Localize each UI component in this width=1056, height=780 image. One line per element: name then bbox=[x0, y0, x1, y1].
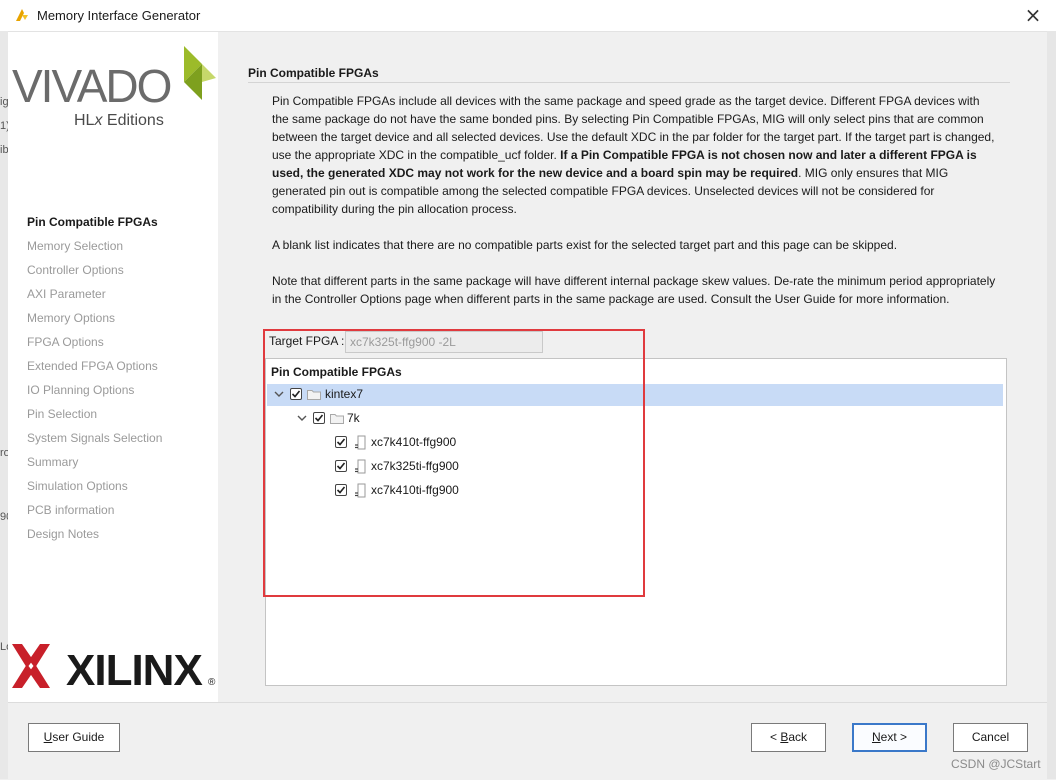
title-bar: Memory Interface Generator × bbox=[0, 0, 1056, 32]
tree-row-7k[interactable]: 7k bbox=[267, 408, 1003, 430]
checkmark-icon bbox=[336, 438, 346, 446]
target-fpga-field bbox=[345, 331, 543, 353]
wizard-step-item[interactable]: Design Notes bbox=[27, 525, 162, 549]
xilinx-wordmark: XILINX bbox=[66, 646, 202, 694]
tree-row-part[interactable]: xc7k410t-ffg900 bbox=[267, 432, 1003, 454]
wizard-step-item[interactable]: Summary bbox=[27, 453, 162, 477]
background-window-edge-right bbox=[1047, 31, 1056, 779]
vivado-sub-suffix: Editions bbox=[102, 112, 163, 129]
chevron-down-icon[interactable] bbox=[273, 388, 285, 400]
fpga-chip-icon bbox=[355, 459, 366, 474]
back-label: ack bbox=[788, 730, 808, 744]
wizard-step-item[interactable]: FPGA Options bbox=[27, 333, 162, 357]
wizard-step-item[interactable]: Memory Options bbox=[27, 309, 162, 333]
folder-icon bbox=[307, 390, 321, 400]
wizard-step-item[interactable]: PCB information bbox=[27, 501, 162, 525]
checkmark-icon bbox=[314, 414, 324, 422]
wizard-step-item[interactable]: Extended FPGA Options bbox=[27, 357, 162, 381]
tree-label-kintex7: kintex7 bbox=[325, 387, 364, 401]
tree-label-7k: 7k bbox=[347, 411, 360, 425]
vivado-wordmark: VIVADO bbox=[12, 60, 171, 112]
background-sliver: Lo bbox=[0, 641, 8, 653]
wizard-footer: User Guide < Back Next > Cancel bbox=[8, 702, 1047, 780]
wizard-step-list: Pin Compatible FPGAs Memory Selection Cont… bbox=[27, 213, 162, 549]
wizard-step-item[interactable]: AXI Parameter bbox=[27, 285, 162, 309]
skew-note: Note that different parts in the same pa… bbox=[272, 274, 996, 306]
back-prefix: < bbox=[769, 730, 781, 744]
tree-label-part: xc7k410t-ffg900 bbox=[371, 435, 457, 449]
back-button[interactable]: < Back bbox=[751, 723, 826, 752]
wizard-step-item[interactable]: Pin Selection bbox=[27, 405, 162, 429]
background-sliver: ib bbox=[0, 144, 8, 156]
user-guide-label: ser Guide bbox=[52, 730, 105, 744]
wizard-step-item[interactable]: System Signals Selection bbox=[27, 429, 162, 453]
window-title: Memory Interface Generator bbox=[37, 8, 201, 23]
fpga-chip-icon bbox=[355, 435, 366, 450]
tree-row-part[interactable]: xc7k325ti-ffg900 bbox=[267, 456, 1003, 478]
vivado-logo: VIVADO HLx Editions bbox=[12, 46, 216, 129]
wizard-step-item[interactable]: Pin Compatible FPGAs bbox=[27, 213, 162, 237]
next-button[interactable]: Next > bbox=[852, 723, 927, 752]
svg-text:HLx Editions: HLx Editions bbox=[74, 112, 164, 129]
vivado-app-icon bbox=[16, 9, 28, 21]
wizard-step-item[interactable]: Simulation Options bbox=[27, 477, 162, 501]
part-checkbox[interactable] bbox=[335, 436, 347, 448]
tree-header: Pin Compatible FPGAs bbox=[271, 365, 402, 379]
part-checkbox[interactable] bbox=[335, 484, 347, 496]
target-fpga-label: Target FPGA : bbox=[269, 334, 345, 348]
wizard-sidebar: VIVADO HLx Editions Pin Compatible FPGAs… bbox=[8, 32, 218, 702]
wizard-main-panel: Pin Compatible FPGAs Pin Compatible FPGA… bbox=[218, 32, 1047, 702]
close-window-button[interactable]: × bbox=[1020, 3, 1046, 27]
background-sliver: 90 bbox=[0, 511, 8, 523]
fpga-chip-icon bbox=[355, 483, 366, 498]
background-sliver: ig bbox=[0, 96, 8, 108]
tree-label-part: xc7k325ti-ffg900 bbox=[371, 459, 459, 473]
tree-label-part: xc7k410ti-ffg900 bbox=[371, 483, 459, 497]
part-checkbox[interactable] bbox=[335, 460, 347, 472]
watermark: CSDN @JCStart bbox=[951, 757, 1041, 771]
next-label: ext > bbox=[880, 730, 908, 744]
cancel-button[interactable]: Cancel bbox=[953, 723, 1028, 752]
checkmark-icon bbox=[336, 462, 346, 470]
tree-row-part[interactable]: xc7k410ti-ffg900 bbox=[267, 480, 1003, 502]
compatible-fpga-tree: Pin Compatible FPGAs kintex7 7k xc7k410t… bbox=[265, 358, 1007, 686]
wizard-step-item[interactable]: Memory Selection bbox=[27, 237, 162, 261]
wizard-step-item[interactable]: Controller Options bbox=[27, 261, 162, 285]
checkmark-icon bbox=[336, 486, 346, 494]
chevron-down-icon[interactable] bbox=[296, 412, 308, 424]
wizard-step-item[interactable]: IO Planning Options bbox=[27, 381, 162, 405]
registered-mark: ® bbox=[208, 677, 216, 688]
xilinx-logo: XILINX ® bbox=[12, 644, 216, 694]
checkmark-icon bbox=[291, 390, 301, 398]
section-title: Pin Compatible FPGAs bbox=[248, 66, 379, 80]
background-sliver: 1) bbox=[0, 120, 8, 132]
description-paragraph: Pin Compatible FPGAs include all devices… bbox=[272, 92, 998, 218]
tree-row-kintex7[interactable]: kintex7 bbox=[267, 384, 1003, 406]
vivado-sub-prefix: HL bbox=[74, 112, 95, 129]
7k-checkbox[interactable] bbox=[313, 412, 325, 424]
user-guide-mnemonic: U bbox=[43, 730, 53, 744]
kintex7-checkbox[interactable] bbox=[290, 388, 302, 400]
background-sliver: ro bbox=[0, 447, 8, 459]
folder-icon bbox=[330, 414, 344, 424]
user-guide-button[interactable]: User Guide bbox=[28, 723, 120, 752]
next-mnemonic: N bbox=[871, 730, 881, 744]
section-divider bbox=[248, 82, 1010, 83]
blank-list-note: A blank list indicates that there are no… bbox=[272, 238, 898, 252]
